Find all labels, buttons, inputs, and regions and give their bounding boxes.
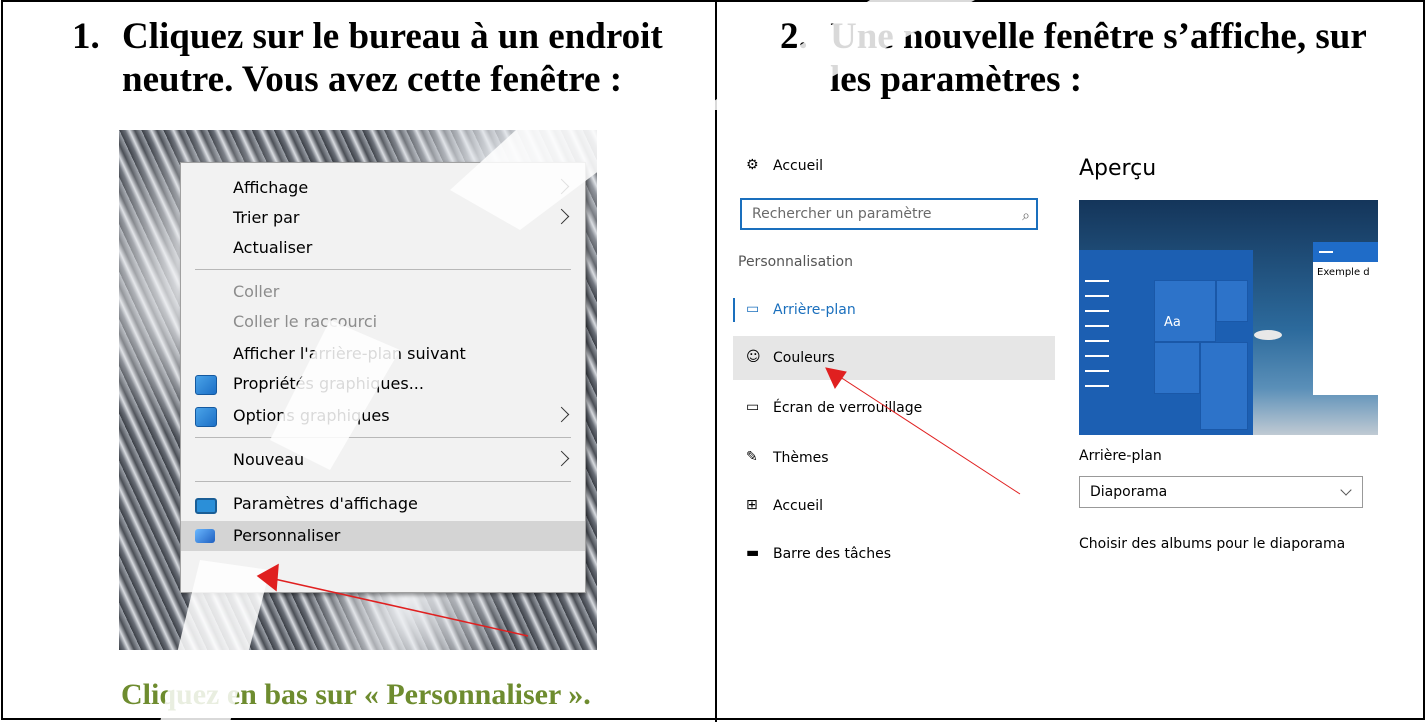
step-2-number: 2. — [780, 16, 808, 57]
menu-item-nouveau[interactable]: Nouveau — [181, 445, 585, 475]
nav-item-label: Barre des tâches — [773, 546, 891, 562]
chevron-down-icon — [1340, 484, 1352, 496]
page-title: Aperçu — [1079, 156, 1157, 181]
menu-item-parametres-affichage[interactable]: Paramètres d'affichage — [181, 489, 585, 519]
menu-item-label: Nouveau — [233, 450, 305, 469]
menu-item-label: Coller — [233, 282, 280, 301]
menu-item-options-graphiques[interactable]: Options graphiques — [181, 401, 585, 431]
selection-indicator — [733, 298, 735, 322]
nav-item-label: Couleurs — [773, 350, 835, 366]
display-icon — [195, 498, 217, 514]
chevron-right-icon — [553, 450, 570, 467]
menu-item-label: Paramètres d'affichage — [233, 494, 418, 513]
preview-line — [1085, 310, 1109, 312]
context-menu: Affichage Trier par Actualiser Coller Co… — [180, 162, 586, 593]
preview-sample-text: Aa — [1164, 315, 1181, 330]
step-2-heading: 2. Une nouvelle fenêtre s’affiche, sur l… — [780, 15, 1400, 105]
preview-window: Exemple d — [1313, 242, 1378, 395]
menu-item-trier-par[interactable]: Trier par — [181, 203, 585, 233]
menu-item-label: Afficher l'arrière-plan suivant — [233, 344, 466, 363]
menu-item-actualiser[interactable]: Actualiser — [181, 233, 585, 263]
graphics-icon — [195, 407, 217, 427]
chevron-right-icon — [553, 178, 570, 195]
picture-icon: ▭ — [746, 301, 760, 317]
preview-airplane — [1254, 330, 1282, 340]
search-icon: ⌕ — [1022, 208, 1030, 224]
preview-tile — [1154, 280, 1216, 342]
preview-tile — [1216, 280, 1248, 322]
nav-item-label: Thèmes — [773, 450, 829, 466]
preview-line — [1085, 295, 1109, 297]
choose-albums-link[interactable]: Choisir des albums pour le diaporama — [1079, 536, 1345, 552]
menu-separator — [195, 269, 571, 270]
taskbar-icon: ▬ — [746, 545, 760, 561]
column-divider — [715, 0, 717, 722]
graphics-icon — [195, 375, 217, 395]
chevron-right-icon — [553, 208, 570, 225]
menu-item-label: Coller le raccourci — [233, 312, 378, 331]
menu-item-coller[interactable]: Coller — [181, 277, 585, 307]
nav-item-label: Accueil — [773, 498, 823, 514]
preview-line — [1085, 370, 1109, 372]
preview-tile — [1200, 342, 1248, 430]
menu-item-personnaliser[interactable]: Personnaliser — [181, 521, 585, 551]
preview-window-text: Exemple d — [1317, 267, 1370, 278]
preview-window-titlebar — [1313, 242, 1378, 262]
start-icon: ⊞ — [746, 497, 758, 513]
settings-screenshot: ⚙ Accueil Rechercher un paramètre ⌕ Pers… — [733, 130, 1378, 570]
preview-line — [1085, 340, 1109, 342]
menu-item-arriere-plan-suivant[interactable]: Afficher l'arrière-plan suivant — [181, 339, 585, 369]
menu-item-proprietes-graphiques[interactable]: Propriétés graphiques... — [181, 369, 585, 399]
chevron-right-icon — [553, 406, 570, 423]
menu-item-label: Options graphiques — [233, 406, 390, 425]
step-1-heading: 1. Cliquez sur le bureau à un endroit ne… — [72, 15, 692, 105]
lock-screen-icon: ▭ — [746, 399, 760, 415]
menu-item-label: Personnaliser — [233, 526, 341, 545]
nav-item-barre-taches[interactable]: ▬ Barre des tâches — [733, 532, 1055, 570]
caption-step-1: Cliquez en bas sur « Personnaliser ». — [121, 678, 591, 711]
nav-item-arriere-plan[interactable]: ▭ Arrière-plan — [733, 288, 1055, 332]
nav-item-accueil-home[interactable]: ⚙ Accueil — [733, 144, 1055, 188]
menu-item-label: Actualiser — [233, 238, 313, 257]
palette-icon: ☺ — [746, 349, 761, 365]
preview-line — [1085, 385, 1109, 387]
nav-item-label: Arrière-plan — [773, 302, 856, 318]
desktop-screenshot: Affichage Trier par Actualiser Coller Co… — [119, 130, 597, 650]
settings-nav: ⚙ Accueil Rechercher un paramètre ⌕ Pers… — [733, 130, 1055, 570]
preview-line — [1085, 280, 1109, 282]
menu-separator — [195, 437, 571, 438]
brush-icon: ✎ — [746, 449, 758, 465]
section-heading: Personnalisation — [738, 254, 853, 270]
background-select[interactable]: Diaporama — [1079, 476, 1363, 508]
personalize-icon — [195, 529, 215, 543]
step-1-number: 1. — [72, 16, 100, 57]
nav-item-label: Accueil — [773, 158, 823, 174]
nav-item-ecran-verrouillage[interactable]: ▭ Écran de verrouillage — [733, 386, 1055, 430]
preview-tile — [1154, 342, 1200, 394]
menu-item-coller-raccourci[interactable]: Coller le raccourci — [181, 307, 585, 337]
background-label: Arrière-plan — [1079, 448, 1162, 464]
preview-start-menu — [1079, 250, 1253, 435]
step-2-text: Une nouvelle fenêtre s’affiche, sur les … — [830, 16, 1367, 100]
menu-item-label: Propriétés graphiques... — [233, 374, 424, 393]
menu-item-label: Trier par — [233, 208, 300, 227]
menu-separator — [195, 481, 571, 482]
search-input[interactable]: Rechercher un paramètre ⌕ — [740, 198, 1038, 230]
background-select-value: Diaporama — [1090, 484, 1168, 500]
gear-icon: ⚙ — [746, 157, 759, 173]
menu-item-label: Affichage — [233, 178, 309, 197]
nav-item-themes[interactable]: ✎ Thèmes — [733, 436, 1055, 480]
nav-item-accueil[interactable]: ⊞ Accueil — [733, 484, 1055, 528]
background-preview: Aa Exemple d — [1079, 200, 1378, 435]
preview-line — [1085, 355, 1109, 357]
nav-item-label: Écran de verrouillage — [773, 400, 923, 416]
menu-item-affichage[interactable]: Affichage — [181, 173, 585, 203]
nav-item-couleurs[interactable]: ☺ Couleurs — [733, 336, 1055, 380]
step-1-text: Cliquez sur le bureau à un endroit neutr… — [122, 16, 663, 100]
search-placeholder: Rechercher un paramètre — [752, 206, 932, 222]
preview-line — [1085, 325, 1109, 327]
